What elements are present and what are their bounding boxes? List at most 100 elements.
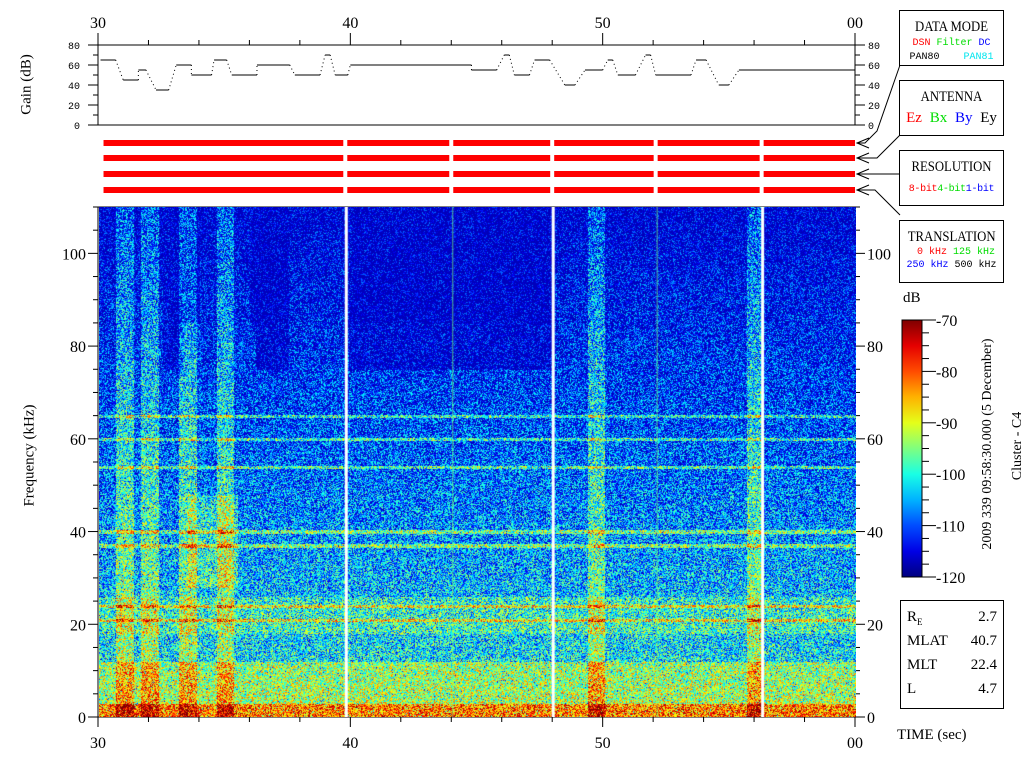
telemetry-bar (763, 155, 855, 161)
orbit-row-mlt: MLT 22.4 (907, 653, 997, 677)
telemetry-bar (554, 155, 654, 161)
freq-tick-label-right: 100 (867, 246, 891, 263)
bottom-time-tick-label: 40 (342, 735, 358, 752)
gain-transition (226, 59, 233, 76)
data-mode-legend: DATA MODE DSN Filter DC PAN80 PAN81 (899, 10, 1004, 66)
gain-tick-label-right: 0 (868, 122, 874, 133)
gain-transition (319, 54, 326, 76)
resolution-4bit: 4-bit (937, 184, 966, 195)
translation-legend: TRANSLATION 0 kHz 125 kHz 250 kHz 500 kH… (899, 220, 1004, 283)
gain-transition (145, 69, 157, 91)
gain-transition (289, 64, 296, 76)
gain-tick-label-right: 60 (868, 62, 880, 73)
freq-tick-label-right: 20 (867, 617, 883, 634)
gain-transition (529, 59, 536, 76)
telemetry-bar (657, 171, 760, 177)
timestamp-label: 2009 339 09:58:30.000 (5 December) (980, 338, 995, 550)
l-value: 4.7 (978, 681, 997, 697)
gain-transition (508, 54, 515, 76)
telemetry-bar (763, 171, 855, 177)
telemetry-bar (347, 187, 450, 193)
orbit-row-l: L 4.7 (907, 677, 997, 701)
freq-tick-label-left: 0 (78, 710, 86, 727)
freq-tick-label-left: 100 (62, 246, 86, 263)
colorbar-tick-label: -80 (936, 364, 957, 381)
antenna-bx: Bx (929, 110, 948, 126)
telemetry-bar (554, 187, 654, 193)
data-mode-dc: DC (978, 38, 991, 49)
translation-0khz: 0 kHz (916, 247, 947, 258)
antenna-ez: Ez (906, 110, 922, 126)
telemetry-bar (347, 171, 450, 177)
gain-transition (115, 59, 124, 81)
legend-pointer-arrow (855, 168, 900, 180)
l-label: L (907, 681, 917, 697)
gain-tick-label-right: 20 (868, 102, 880, 113)
translation-250khz: 250 kHz (906, 260, 949, 271)
telemetry-bar (103, 187, 344, 193)
gain-transition (496, 54, 505, 71)
freq-tick-label-right: 80 (867, 339, 883, 356)
telemetry-bar (103, 140, 344, 146)
bottom-time-tick-label: 00 (847, 735, 863, 752)
telemetry-bar (103, 155, 344, 161)
telemetry-bar (657, 155, 760, 161)
bottom-time-tick-label: 50 (595, 735, 611, 752)
gain-transition (549, 59, 566, 86)
bottom-time-tick-label: 30 (90, 735, 106, 752)
gain-transition (574, 69, 586, 86)
freq-tick-label-left: 40 (70, 525, 86, 542)
data-mode-pan81: PAN81 (963, 52, 994, 63)
colorbar-tick-label: -100 (936, 467, 965, 484)
mlt-label: MLT (907, 657, 938, 673)
gain-tick-label-right: 40 (868, 82, 880, 93)
telemetry-bar (103, 171, 344, 177)
spacecraft-label: Cluster - C4 (1010, 411, 1024, 481)
antenna-ey: Ey (980, 110, 997, 126)
freq-tick-label-left: 80 (70, 339, 86, 356)
resolution-title: RESOLUTION (911, 159, 992, 175)
gain-transition (612, 59, 619, 76)
colorbar-unit-label: dB (903, 290, 921, 306)
top-time-tick-label: 50 (595, 15, 611, 32)
resolution-8bit: 8-bit (908, 184, 938, 195)
telemetry-bar (453, 155, 551, 161)
resolution-1bit: 1-bit (965, 184, 995, 195)
mlat-value: 40.7 (970, 633, 997, 649)
telemetry-bar (453, 171, 551, 177)
resolution-legend: RESOLUTION 8-bit4-bit1-bit (899, 150, 1004, 206)
spectrogram-heatmap (99, 207, 856, 717)
freq-tick-label-left: 20 (70, 617, 86, 634)
translation-500khz: 500 kHz (954, 260, 997, 271)
telemetry-bar (763, 140, 855, 146)
mlt-value: 22.4 (970, 657, 997, 673)
gain-tick-label-right: 80 (868, 42, 880, 53)
time-axis-label: TIME (sec) (897, 727, 967, 743)
gain-tick-label-left: 20 (68, 102, 80, 113)
translation-title: TRANSLATION (907, 229, 996, 245)
antenna-by: By (954, 110, 973, 126)
telemetry-bar (453, 187, 551, 193)
telemetry-bar (347, 155, 450, 161)
gain-transition (705, 59, 720, 86)
gain-tick-label-left: 0 (74, 122, 80, 133)
telemetry-bar (657, 187, 760, 193)
freq-tick-label-left: 60 (70, 432, 86, 449)
gain-transition (690, 59, 697, 76)
antenna-legend: ANTENNA Ez Bx By Ey (899, 80, 1004, 136)
gain-transition (650, 54, 657, 76)
colorbar-tick-label: -120 (936, 570, 965, 587)
telemetry-bar (763, 187, 855, 193)
orbit-row-re: RE 2.7 (907, 605, 997, 629)
antenna-title: ANTENNA (920, 89, 983, 105)
colorbar-tick-label: -110 (936, 519, 965, 536)
frequency-axis-label: Frequency (kHz) (21, 404, 38, 507)
telemetry-bar (554, 140, 654, 146)
colorbar-tick-label: -70 (936, 313, 957, 330)
colorbar-tick-label: -90 (936, 416, 957, 433)
gain-transition (347, 64, 351, 76)
orbit-row-mlat: MLAT 40.7 (907, 629, 997, 653)
gain-tick-label-left: 40 (68, 82, 80, 93)
gain-transition (329, 54, 336, 76)
freq-tick-label-right: 40 (867, 525, 883, 542)
